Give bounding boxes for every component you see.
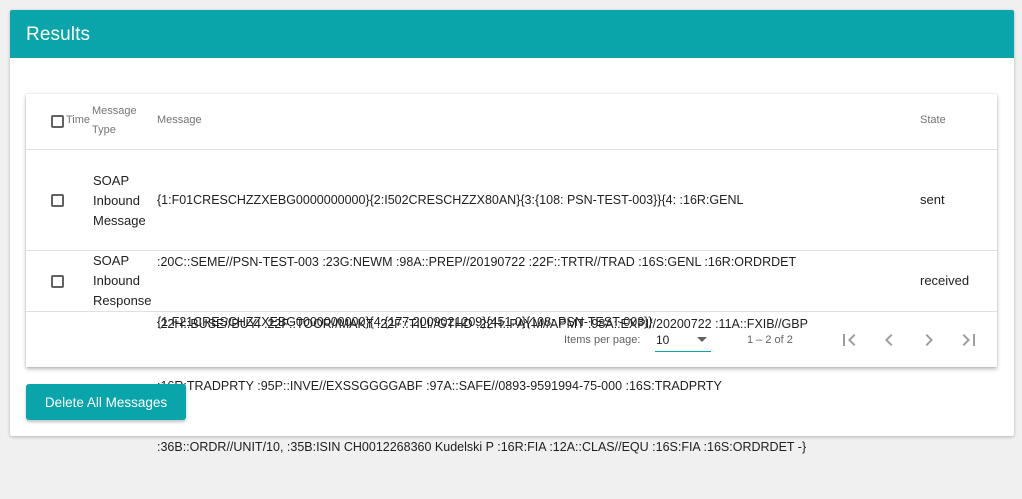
chevron-right-icon bbox=[925, 334, 933, 346]
previous-page-button[interactable] bbox=[877, 328, 901, 352]
first-page-button[interactable] bbox=[837, 328, 861, 352]
column-header-time[interactable]: Time bbox=[66, 114, 90, 126]
next-page-button[interactable] bbox=[917, 328, 941, 352]
row-checkbox[interactable] bbox=[51, 194, 64, 207]
state-cell: sent bbox=[920, 192, 945, 207]
message-type-line: Inbound bbox=[93, 273, 140, 288]
column-header-message-type-line1[interactable]: Message bbox=[92, 105, 137, 117]
last-page-icon bbox=[962, 334, 975, 346]
panel-title: Results bbox=[26, 24, 91, 45]
results-panel: Results Time Message Type Message State … bbox=[10, 10, 1014, 454]
chevron-left-icon bbox=[885, 334, 893, 346]
message-line: {1:F21CRESCHZZXEBG0000000000}{4:{177:200… bbox=[157, 315, 653, 330]
messages-table-card: Time Message Type Message State SOAP Inb… bbox=[26, 94, 997, 454]
range-label: 1 – 2 of 2 bbox=[747, 334, 793, 346]
message-line: :16R:TRADPRTY :95P::INVE//EXSSGGGGABF :9… bbox=[157, 378, 722, 393]
message-type-line: SOAP bbox=[93, 253, 130, 268]
message-line: {1:F01CRESCHZZXEBG0000000000}{2:I502CRES… bbox=[157, 193, 744, 208]
message-type-line: Inbound bbox=[93, 193, 140, 208]
message-type-cell: SOAP Inbound Response bbox=[93, 251, 152, 311]
select-all-checkbox[interactable] bbox=[51, 115, 64, 128]
message-line: :20C::SEME//PSN-TEST-003 :23G:NEWM :98A:… bbox=[157, 254, 797, 269]
message-line: :36B::ORDR//UNIT/10, :35B:ISIN CH0012268… bbox=[157, 440, 807, 455]
first-page-icon bbox=[843, 334, 856, 346]
page-size-value: 10 bbox=[656, 333, 670, 347]
items-per-page-label: Items per page: bbox=[564, 334, 641, 346]
state-cell: received bbox=[920, 273, 970, 288]
message-type-line: Message bbox=[93, 213, 146, 228]
column-header-message[interactable]: Message bbox=[157, 114, 202, 126]
chevron-down-icon bbox=[697, 337, 707, 342]
delete-all-messages-button[interactable]: Delete All Messages bbox=[26, 384, 186, 420]
message-type-line: Response bbox=[93, 293, 152, 308]
panel-header: Results bbox=[10, 10, 1014, 58]
message-type-cell: SOAP Inbound Message bbox=[93, 171, 146, 231]
message-cell: {1:F21CRESCHZZXEBG0000000000}{4:{177:200… bbox=[157, 271, 653, 374]
last-page-button[interactable] bbox=[957, 328, 981, 352]
row-checkbox[interactable] bbox=[51, 275, 64, 288]
page-size-underline bbox=[655, 351, 711, 352]
column-header-state[interactable]: State bbox=[920, 114, 946, 126]
column-header-message-type-line2[interactable]: Type bbox=[92, 124, 116, 136]
row-divider bbox=[26, 250, 997, 251]
message-type-line: SOAP bbox=[93, 173, 130, 188]
row-divider bbox=[26, 311, 997, 312]
